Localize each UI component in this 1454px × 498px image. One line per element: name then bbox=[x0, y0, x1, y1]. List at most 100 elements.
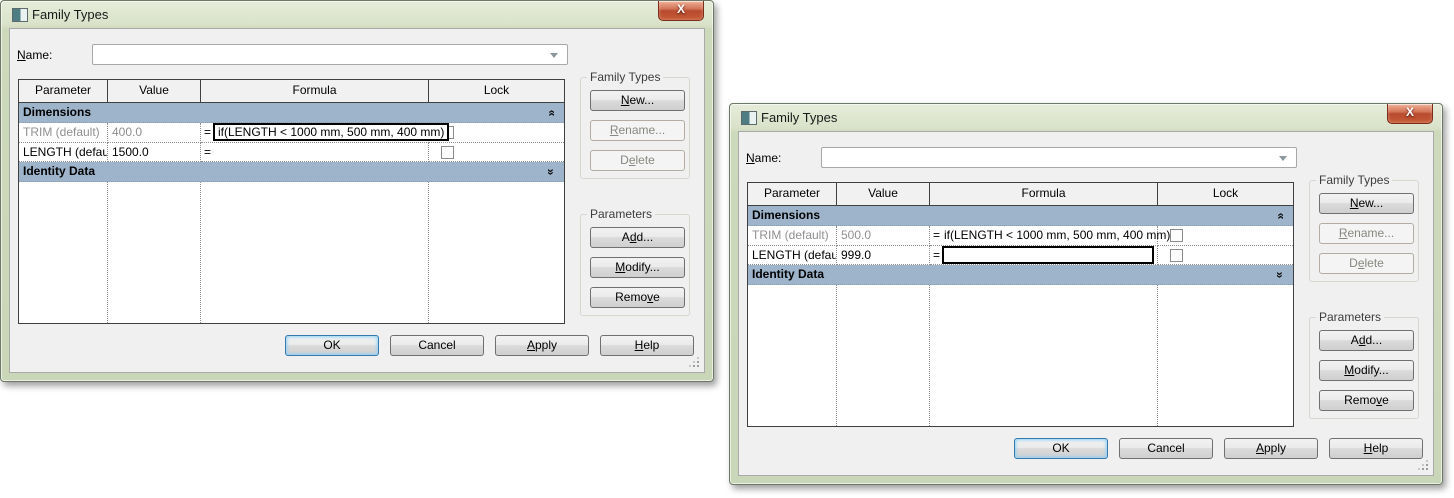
btn-label-part: A bbox=[526, 338, 535, 352]
close-icon[interactable]: X bbox=[1387, 104, 1433, 124]
remove-button[interactable]: Remove bbox=[1319, 390, 1414, 411]
cell-lock bbox=[1158, 246, 1293, 265]
collapse-chevron-icon[interactable]: » bbox=[1273, 210, 1287, 222]
rename-button[interactable]: Rename... bbox=[590, 120, 685, 141]
add-button[interactable]: Add... bbox=[1319, 330, 1414, 351]
group-row-dimensions[interactable]: Dimensions » bbox=[19, 103, 564, 123]
expand-chevron-icon[interactable]: » bbox=[1273, 269, 1287, 281]
header-parameter[interactable]: Parameter bbox=[19, 80, 108, 102]
resize-grip[interactable] bbox=[688, 356, 700, 368]
add-button[interactable]: Add... bbox=[590, 227, 685, 248]
table-row-trim: TRIM (default) 400.0 = if(LENGTH < 1000 … bbox=[19, 123, 564, 143]
title-bar[interactable]: Family Types X bbox=[1, 1, 713, 28]
help-button[interactable]: Help bbox=[1329, 438, 1423, 459]
lock-checkbox[interactable] bbox=[1170, 229, 1183, 242]
cell-parameter: LENGTH (defaul bbox=[19, 143, 108, 162]
cell-formula[interactable]: = bbox=[201, 143, 429, 162]
groupbox-label: Family Types bbox=[1316, 173, 1393, 187]
cell-formula[interactable]: = if(LENGTH < 1000 mm, 500 mm, 400 mm) bbox=[201, 123, 450, 143]
name-combobox[interactable] bbox=[821, 147, 1297, 168]
dropdown-arrow-icon[interactable] bbox=[1279, 156, 1287, 161]
dropdown-arrow-icon[interactable] bbox=[550, 53, 558, 58]
cancel-button[interactable]: Cancel bbox=[1119, 438, 1213, 459]
ok-button[interactable]: OK bbox=[285, 335, 379, 356]
table-header-row: Parameter Value Formula Lock bbox=[748, 183, 1293, 206]
btn-label-part: odify... bbox=[1354, 363, 1389, 377]
equals-sign: = bbox=[204, 125, 212, 139]
delete-button[interactable]: Delete bbox=[590, 150, 685, 171]
expand-chevron-icon[interactable]: » bbox=[544, 166, 558, 178]
btn-label-part: e bbox=[653, 290, 660, 304]
modify-button[interactable]: Modify... bbox=[1319, 360, 1414, 381]
parameter-table: Parameter Value Formula Lock Dimensions … bbox=[747, 182, 1294, 427]
btn-label-part: elp bbox=[643, 338, 660, 352]
name-label: Name: bbox=[17, 48, 52, 62]
modify-button[interactable]: Modify... bbox=[590, 257, 685, 278]
header-formula[interactable]: Formula bbox=[201, 80, 429, 102]
lock-checkbox[interactable] bbox=[441, 146, 454, 159]
header-parameter[interactable]: Parameter bbox=[748, 183, 837, 205]
table-empty-cell bbox=[930, 285, 1158, 426]
cell-formula[interactable]: = if(LENGTH < 1000 mm, 500 mm, 400 mm) bbox=[930, 226, 1170, 246]
btn-label-part: d... bbox=[1365, 333, 1383, 347]
cell-parameter: TRIM (default) bbox=[748, 226, 837, 246]
cell-value[interactable]: 999.0 bbox=[837, 246, 930, 265]
close-icon[interactable]: X bbox=[658, 1, 704, 21]
rename-button[interactable]: Rename... bbox=[1319, 223, 1414, 244]
apply-button[interactable]: Apply bbox=[495, 335, 589, 356]
formula-edit-input[interactable]: if(LENGTH < 1000 mm, 500 mm, 400 mm) bbox=[213, 123, 450, 141]
cell-parameter: TRIM (default) bbox=[19, 123, 108, 143]
family-types-dialog-right: Family Types X Name: Parameter Value For… bbox=[729, 103, 1443, 485]
cell-value[interactable]: 400.0 bbox=[108, 123, 201, 143]
help-button[interactable]: Help bbox=[600, 335, 694, 356]
delete-button[interactable]: Delete bbox=[1319, 253, 1414, 274]
header-value[interactable]: Value bbox=[108, 80, 201, 102]
apply-button[interactable]: Apply bbox=[1224, 438, 1318, 459]
btn-label-part: OK bbox=[323, 338, 341, 352]
btn-label-part: d... bbox=[636, 230, 654, 244]
label-part: N bbox=[17, 48, 26, 62]
cell-lock bbox=[1158, 226, 1293, 246]
group-label: Dimensions bbox=[23, 105, 92, 119]
header-lock[interactable]: Lock bbox=[429, 80, 564, 102]
name-combobox[interactable] bbox=[92, 44, 568, 65]
resize-grip[interactable] bbox=[1417, 459, 1429, 471]
table-empty-cell bbox=[1158, 285, 1293, 426]
lock-checkbox[interactable] bbox=[1170, 249, 1183, 262]
header-value[interactable]: Value bbox=[837, 183, 930, 205]
btn-label-part: e bbox=[1357, 256, 1365, 270]
btn-label-part: Cancel bbox=[418, 338, 456, 352]
header-lock[interactable]: Lock bbox=[1158, 183, 1293, 205]
new-button[interactable]: New... bbox=[1319, 193, 1414, 214]
group-row-dimensions[interactable]: Dimensions » bbox=[748, 206, 1293, 226]
cell-parameter: LENGTH (defaul bbox=[748, 246, 837, 265]
collapse-chevron-icon[interactable]: » bbox=[544, 107, 558, 119]
cell-value[interactable]: 1500.0 bbox=[108, 143, 201, 162]
btn-label-part: d bbox=[1358, 333, 1366, 347]
label-part: ame: bbox=[754, 151, 782, 165]
cell-formula[interactable]: = bbox=[930, 246, 1158, 265]
remove-button[interactable]: Remove bbox=[590, 287, 685, 308]
table-row-length: LENGTH (defaul 999.0 = bbox=[748, 246, 1293, 265]
header-formula[interactable]: Formula bbox=[930, 183, 1158, 205]
cell-value[interactable]: 500.0 bbox=[837, 226, 930, 246]
group-row-identity-data[interactable]: Identity Data » bbox=[19, 162, 564, 182]
formula-edit-input[interactable] bbox=[942, 246, 1154, 264]
ok-button[interactable]: OK bbox=[1014, 438, 1108, 459]
cancel-button[interactable]: Cancel bbox=[390, 335, 484, 356]
new-button[interactable]: New... bbox=[590, 90, 685, 111]
parameter-table: Parameter Value Formula Lock Dimensions … bbox=[18, 79, 565, 324]
table-empty-cell bbox=[19, 182, 108, 323]
btn-label-part: ename... bbox=[1347, 226, 1395, 240]
title-bar[interactable]: Family Types X bbox=[730, 104, 1442, 131]
btn-label-part: pply bbox=[1264, 441, 1287, 455]
btn-label-part: ew... bbox=[629, 93, 655, 107]
label-part: ame: bbox=[25, 48, 53, 62]
groupbox-label: Parameters bbox=[1316, 310, 1385, 324]
btn-label-part: odify... bbox=[625, 260, 660, 274]
btn-label-part: lete bbox=[1364, 256, 1384, 270]
group-row-identity-data[interactable]: Identity Data » bbox=[748, 265, 1293, 285]
btn-label-part: M bbox=[615, 260, 626, 274]
family-types-dialog-left: Family Types X Name: Parameter Value For… bbox=[0, 0, 714, 382]
btn-label-part: ename... bbox=[618, 123, 666, 137]
